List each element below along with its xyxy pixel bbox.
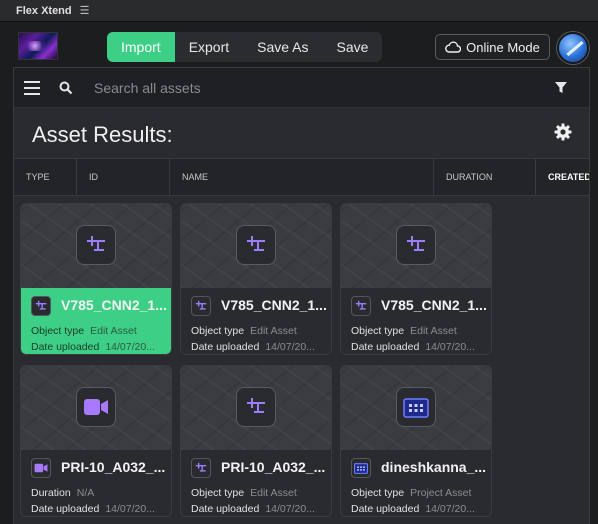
asset-name: PRI-10_A032_... (221, 459, 326, 475)
meta-value: Edit Asset (250, 325, 297, 337)
avatar[interactable] (557, 32, 589, 64)
column-type[interactable]: TYPE (14, 159, 77, 195)
gear-icon[interactable] (554, 123, 572, 141)
meta-value: Project Asset (410, 487, 472, 499)
meta-key: Date uploaded (31, 341, 100, 353)
meta-value: 14/07/20... (265, 341, 315, 353)
meta-key: Date uploaded (191, 503, 260, 515)
asset-name: dineshkanna_... (381, 459, 487, 475)
search-bar (14, 68, 589, 108)
hamburger-icon[interactable]: ☰ (80, 4, 90, 17)
asset-card[interactable]: PRI-10_A032_... Duration N/A Date uploade… (20, 365, 172, 517)
meta-value: 14/07/20... (105, 341, 155, 353)
filter-icon[interactable] (554, 81, 568, 95)
asset-name: V785_CNN2_1... (61, 297, 167, 313)
meta-key: Duration (31, 487, 71, 499)
edit-asset-icon (236, 387, 276, 427)
edit-asset-icon (31, 296, 51, 316)
video-icon (76, 387, 116, 427)
column-created[interactable]: CREATED (536, 159, 589, 195)
app-title: Flex Xtend (16, 4, 72, 17)
meta-value: Edit Asset (90, 325, 137, 337)
results-header: Asset Results: (14, 108, 589, 158)
online-mode-button[interactable]: Online Mode (435, 34, 550, 60)
project-thumbnail (18, 32, 58, 60)
action-segmented-control: Import Export Save As Save (107, 32, 383, 62)
meta-key: Date uploaded (191, 341, 260, 353)
meta-key: Object type (351, 325, 405, 337)
meta-value: Edit Asset (410, 325, 457, 337)
asset-card[interactable]: V785_CNN2_1... Object type Edit Asset Dat… (20, 203, 172, 355)
meta-value: 14/07/20... (265, 503, 315, 515)
meta-key: Object type (351, 487, 405, 499)
import-button[interactable]: Import (107, 32, 175, 62)
meta-value: N/A (76, 487, 95, 499)
asset-card[interactable]: V785_CNN2_1... Object type Edit Asset Dat… (340, 203, 492, 355)
cloud-icon (445, 41, 462, 53)
meta-key: Object type (191, 487, 245, 499)
meta-key: Date uploaded (351, 503, 420, 515)
project-icon (396, 387, 436, 427)
meta-key: Object type (191, 325, 245, 337)
meta-key: Date uploaded (31, 503, 100, 515)
column-id[interactable]: ID (77, 159, 170, 195)
save-button[interactable]: Save (323, 32, 383, 62)
search-icon (59, 81, 73, 95)
meta-value: 14/07/20... (425, 503, 475, 515)
meta-value: 14/07/20... (105, 503, 155, 515)
asset-info: V785_CNN2_1... Object type Edit Asset Dat… (21, 288, 171, 354)
page-title: Asset Results: (32, 122, 173, 147)
asset-info: V785_CNN2_1... Object type Edit Asset Dat… (181, 288, 331, 354)
meta-value: Edit Asset (250, 487, 297, 499)
asset-info: PRI-10_A032_... Object type Edit Asset Da… (181, 450, 331, 516)
meta-key: Date uploaded (351, 341, 420, 353)
asset-info: dineshkanna_... Object type Project Asset… (341, 450, 491, 516)
panel-menu-icon[interactable] (24, 81, 40, 95)
save-as-button[interactable]: Save As (243, 32, 322, 62)
project-icon (351, 458, 371, 478)
column-name[interactable]: NAME (170, 159, 434, 195)
table-header: TYPE ID NAME DURATION CREATED (14, 158, 589, 196)
video-icon (31, 458, 51, 478)
edit-asset-icon (236, 225, 276, 265)
edit-asset-icon (396, 225, 436, 265)
toolbar: Import Export Save As Save Online Mode (0, 22, 598, 68)
asset-name: V785_CNN2_1... (381, 297, 487, 313)
asset-grid: V785_CNN2_1... Object type Edit Asset Dat… (14, 196, 589, 524)
asset-name: PRI-10_A032_... (61, 459, 166, 475)
column-duration[interactable]: DURATION (434, 159, 536, 195)
edit-asset-icon (351, 296, 371, 316)
edit-asset-icon (191, 296, 211, 316)
title-bar: Flex Xtend ☰ (0, 0, 598, 22)
search-input[interactable] (94, 77, 534, 99)
asset-card[interactable]: PRI-10_A032_... Object type Edit Asset Da… (180, 365, 332, 517)
meta-value: 14/07/20... (425, 341, 475, 353)
meta-key: Object type (31, 325, 85, 337)
asset-card[interactable]: dineshkanna_... Object type Project Asset… (340, 365, 492, 517)
asset-info: PRI-10_A032_... Duration N/A Date uploade… (21, 450, 171, 516)
edit-asset-icon (191, 458, 211, 478)
asset-card[interactable]: V785_CNN2_1... Object type Edit Asset Dat… (180, 203, 332, 355)
online-mode-label: Online Mode (466, 39, 540, 55)
asset-name: V785_CNN2_1... (221, 297, 327, 313)
edit-asset-icon (76, 225, 116, 265)
asset-info: V785_CNN2_1... Object type Edit Asset Dat… (341, 288, 491, 354)
export-button[interactable]: Export (175, 32, 243, 62)
asset-panel: Asset Results: TYPE ID NAME DURATION CRE… (13, 67, 590, 524)
